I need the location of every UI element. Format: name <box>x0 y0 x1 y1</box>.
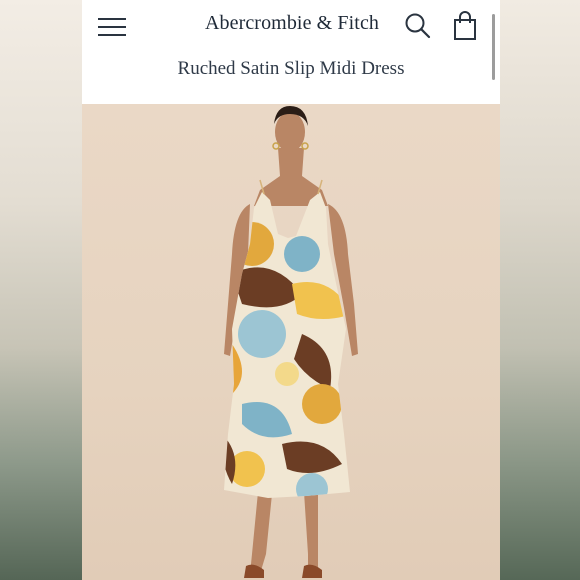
product-title: Ruched Satin Slip Midi Dress <box>177 58 405 79</box>
hamburger-menu-icon[interactable] <box>98 15 128 39</box>
mobile-screen: Abercrombie & Fitch Ruched Satin Slip Mi… <box>82 0 500 580</box>
product-image[interactable] <box>82 104 500 580</box>
site-header: Abercrombie & Fitch Ruched Satin Slip Mi… <box>82 0 500 104</box>
model-illustration <box>224 106 358 578</box>
background-left <box>0 0 82 580</box>
search-icon[interactable] <box>404 12 432 40</box>
background-right <box>500 0 580 580</box>
brand-logo[interactable]: Abercrombie & Fitch <box>192 12 392 35</box>
shopping-bag-icon[interactable] <box>452 11 478 41</box>
